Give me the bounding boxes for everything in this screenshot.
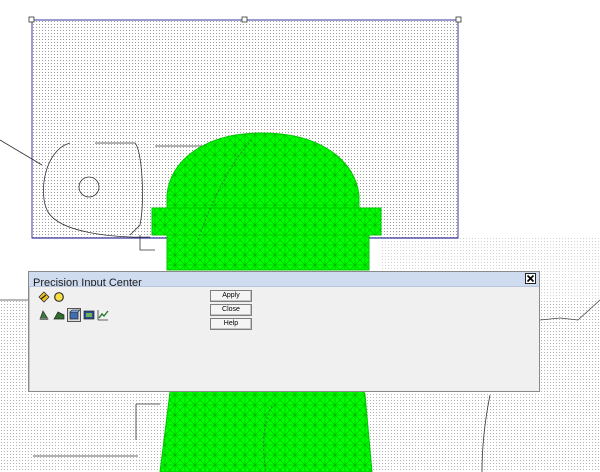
precision-input-dialog: Precision Input Center Apply Close Help <box>28 271 540 392</box>
selection-handle[interactable] <box>28 16 35 23</box>
selection-handle[interactable] <box>455 16 462 23</box>
snap-circle-icon[interactable] <box>53 291 65 303</box>
tool-graph-icon[interactable] <box>97 309 109 321</box>
tool-cone-icon[interactable] <box>38 309 50 321</box>
tool-wedge-icon[interactable] <box>53 309 65 321</box>
snap-point-icon[interactable] <box>38 291 50 303</box>
tool-box-icon[interactable] <box>67 308 81 322</box>
tool-screen-icon[interactable] <box>83 309 95 321</box>
dialog-title: Precision Input Center <box>33 277 142 287</box>
apply-button[interactable]: Apply <box>210 290 252 302</box>
selection-handle[interactable] <box>241 16 248 23</box>
cad-viewport[interactable] <box>0 0 600 472</box>
help-button[interactable]: Help <box>210 318 252 330</box>
close-icon[interactable] <box>525 273 536 284</box>
close-button[interactable]: Close <box>210 304 252 316</box>
dialog-titlebar[interactable]: Precision Input Center <box>29 272 539 287</box>
